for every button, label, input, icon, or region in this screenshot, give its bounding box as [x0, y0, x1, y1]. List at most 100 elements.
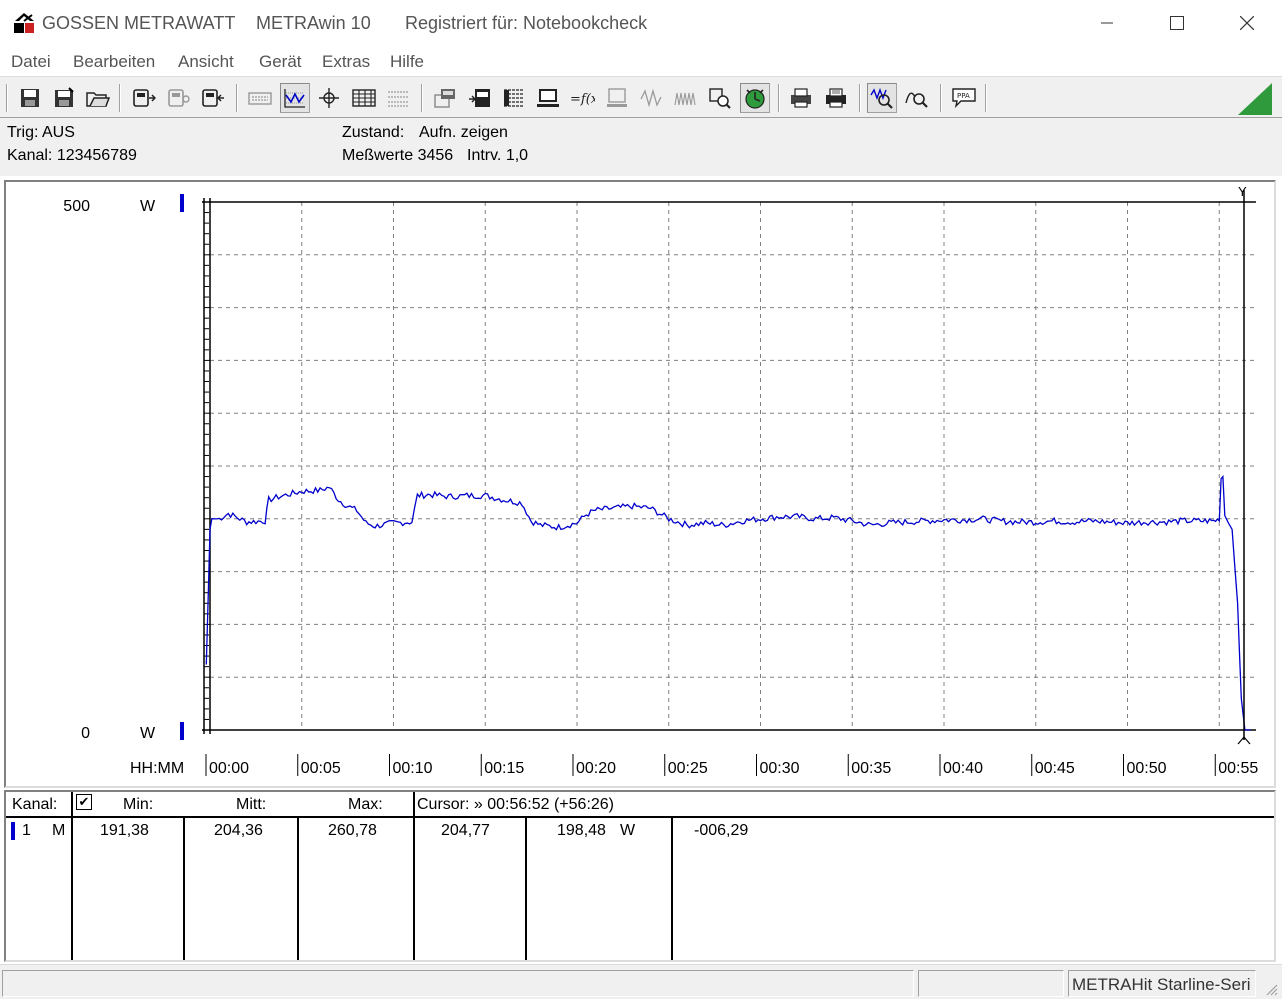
menu-hilfe[interactable]: Hilfe — [390, 52, 424, 72]
search-device-button[interactable] — [705, 83, 735, 113]
multimeter-button[interactable] — [430, 83, 460, 113]
comment-icon: PPA — [952, 88, 976, 109]
x-axis-tick-label: 00:50 — [1127, 760, 1167, 777]
row-channel-mode: M — [52, 822, 66, 839]
x-axis-tick-label: 00:10 — [393, 760, 433, 777]
visibility-checkbox[interactable]: ✔ — [76, 794, 92, 810]
close-button[interactable] — [1212, 0, 1282, 46]
toolbar-separator — [119, 84, 121, 112]
resize-grip-icon[interactable] — [1264, 982, 1278, 996]
trigger-button[interactable] — [740, 83, 770, 113]
trigger-icon — [745, 89, 765, 109]
device-send-icon — [202, 89, 224, 107]
record-icon — [469, 89, 490, 107]
row-unit: W — [620, 822, 636, 839]
signal-icon — [640, 88, 662, 108]
x-axis-tick-labels: 00:00 00:05 00:10 00:15 00:20 00:25 00:30 00:35… — [205, 754, 1258, 777]
toolbar-separator — [778, 84, 780, 112]
data-grid-icon — [504, 89, 524, 107]
device-config-button[interactable] — [164, 83, 194, 113]
table-view-icon — [352, 89, 376, 107]
power-series-line — [205, 474, 1251, 731]
print-button[interactable] — [821, 83, 851, 113]
computer-icon — [537, 89, 559, 107]
x-axis-tick-label: 00:45 — [1035, 760, 1075, 777]
y-axis-unit-bottom: W — [140, 725, 156, 742]
x-axis-tick-label: 00:20 — [576, 760, 616, 777]
status-bar: METRAHit Starline-Seri — [0, 964, 1282, 999]
minimize-icon — [1101, 22, 1113, 24]
device-read-icon — [133, 89, 156, 107]
print-icon — [826, 88, 846, 108]
menu-bar: Datei Bearbeiten Ansicht Gerät Extras Hi… — [0, 48, 1282, 76]
title-bar: GOSSEN METRAWATT METRAwin 10 Registriert… — [0, 0, 1282, 48]
device-send-button[interactable] — [198, 83, 228, 113]
chart-panel: 500 W 0 W HH:MM 00:00 00:05 00:10 00:15 00:2… — [4, 180, 1276, 788]
row-channel-number[interactable]: 1 — [22, 822, 31, 840]
interval-value: Intrv. 1,0 — [467, 147, 529, 164]
save-button[interactable] — [15, 83, 45, 113]
header-mitt: Mitt: — [236, 796, 267, 813]
minimize-button[interactable] — [1072, 0, 1142, 46]
device-config-icon — [168, 89, 190, 107]
registration-text: Registriert für: Notebookcheck — [405, 13, 648, 33]
signal-noise-button[interactable] — [670, 83, 700, 113]
channel-marker-top — [180, 194, 184, 212]
table-column-divider — [413, 792, 415, 960]
menu-extras[interactable]: Extras — [322, 52, 370, 72]
measurement-count: Meßwerte 3456 — [342, 147, 454, 164]
status-cell-middle — [918, 970, 1064, 997]
monitor-button[interactable] — [602, 83, 632, 113]
header-kanal: Kanal: — [12, 796, 58, 813]
waveform-view-button[interactable] — [280, 83, 310, 113]
table-column-divider — [183, 816, 185, 960]
menu-ansicht[interactable]: Ansicht — [178, 52, 234, 72]
x-axis-label: HH:MM — [130, 760, 184, 777]
status-cell-main — [2, 970, 914, 997]
status-corner-icon — [1238, 83, 1272, 115]
toolbar-separator — [421, 84, 423, 112]
waveform-view-icon — [284, 89, 305, 108]
x-axis-tick-label: 00:55 — [1218, 760, 1258, 777]
menu-datei[interactable]: Datei — [11, 52, 51, 72]
menu-bearbeiten[interactable]: Bearbeiten — [73, 52, 155, 72]
save-as-icon — [55, 87, 74, 107]
zoom-wave-button[interactable] — [867, 83, 897, 113]
comment-button[interactable]: PPA — [949, 83, 979, 113]
signal-button[interactable] — [636, 83, 666, 113]
print-preview-button[interactable] — [786, 83, 816, 113]
x-axis-tick-label: 00:40 — [943, 760, 983, 777]
row-mean-value: 204,36 — [214, 822, 263, 839]
y-axis-unit-top: W — [140, 198, 156, 215]
keyboard-button[interactable] — [245, 83, 275, 113]
toolbar: =f(x) PPA — [0, 76, 1282, 118]
menu-geraet[interactable]: Gerät — [259, 52, 302, 72]
formula-button[interactable]: =f(x) — [567, 83, 597, 113]
multimeter-icon — [434, 89, 455, 108]
toolbar-separator — [6, 84, 8, 112]
save-as-button[interactable] — [49, 83, 79, 113]
toolbar-separator — [859, 84, 861, 112]
data-grid-button[interactable] — [499, 83, 529, 113]
zoom-curve-button[interactable] — [902, 83, 932, 113]
computer-button[interactable] — [533, 83, 563, 113]
list-view-button[interactable] — [383, 83, 413, 113]
status-info-area: Trig: AUS Kanal: 123456789 Zustand: Aufn… — [0, 118, 1282, 176]
record-button[interactable] — [465, 83, 495, 113]
toolbar-separator — [236, 84, 238, 112]
cursor-crosshair-button[interactable] — [314, 83, 344, 113]
table-view-button[interactable] — [349, 83, 379, 113]
close-icon — [1240, 16, 1254, 30]
table-column-divider — [71, 792, 73, 960]
company-name: GOSSEN METRAWATT — [42, 13, 236, 33]
maximize-icon — [1170, 16, 1184, 30]
trigger-status: Trig: AUS — [7, 124, 75, 141]
list-view-icon — [388, 91, 408, 107]
zoom-curve-icon — [905, 92, 928, 108]
maximize-button[interactable] — [1142, 0, 1212, 46]
device-read-button[interactable] — [129, 83, 159, 113]
open-button[interactable] — [83, 83, 113, 113]
power-chart[interactable]: 500 W 0 W HH:MM 00:00 00:05 00:10 00:15 00:2… — [6, 182, 1274, 786]
save-icon — [21, 89, 39, 107]
print-preview-icon — [791, 88, 811, 108]
